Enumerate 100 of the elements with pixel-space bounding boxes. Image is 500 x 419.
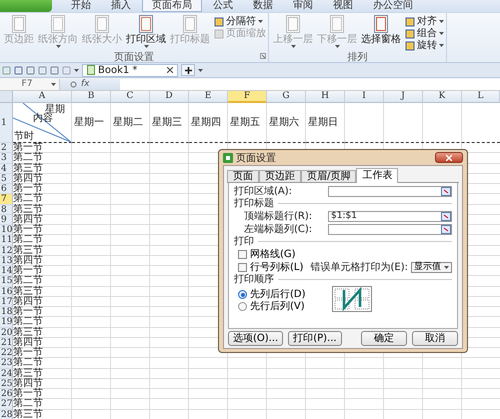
- table-cell: 第二节: [13, 153, 72, 164]
- ribbon-button[interactable]: 选择窗格: [359, 15, 403, 49]
- ribbon-button[interactable]: 组合: [405, 28, 444, 39]
- column-header[interactable]: I: [345, 91, 384, 103]
- dialog-button[interactable]: 打印(P)...: [288, 331, 342, 346]
- column-header[interactable]: A: [13, 91, 72, 103]
- table-cell: 星期一: [72, 103, 111, 143]
- ribbon-button[interactable]: 旋转: [405, 40, 444, 51]
- input-field[interactable]: [328, 224, 452, 234]
- dialog-button[interactable]: 确定: [361, 331, 407, 346]
- row-header[interactable]: 1: [0, 103, 13, 143]
- dialog-button[interactable]: 取消: [412, 331, 458, 346]
- new-tab-button[interactable]: [181, 64, 196, 76]
- dialog-tab[interactable]: 页面: [227, 170, 259, 182]
- close-icon[interactable]: [167, 67, 174, 73]
- row-header[interactable]: 3: [0, 153, 13, 164]
- zoom-icon[interactable]: [70, 80, 77, 88]
- row-header[interactable]: 27: [0, 399, 13, 410]
- row-header[interactable]: 18: [0, 307, 13, 318]
- document-tab[interactable]: Book1 *: [82, 64, 178, 76]
- input-field[interactable]: $1:$1: [328, 210, 452, 222]
- app-icon: [223, 152, 233, 162]
- row-header[interactable]: 23: [0, 358, 13, 368]
- function-button[interactable]: fx: [81, 79, 90, 89]
- row-header[interactable]: 15: [0, 276, 13, 286]
- range-picker-icon[interactable]: [441, 212, 451, 220]
- dialog-tab[interactable]: 页边距: [259, 170, 301, 182]
- menu-tab[interactable]: 页面布局: [142, 0, 202, 12]
- table-cell: 节时: [14, 131, 34, 142]
- page-icon: [94, 15, 110, 33]
- row-header[interactable]: 24: [0, 368, 13, 379]
- row-header[interactable]: 10: [0, 225, 13, 236]
- range-picker-icon[interactable]: [441, 186, 451, 196]
- page-icon: [182, 15, 198, 33]
- row-header[interactable]: 17: [0, 296, 13, 307]
- row-header[interactable]: 12: [0, 246, 13, 256]
- row-header[interactable]: 21: [0, 338, 13, 348]
- menu-tab[interactable]: 数据: [244, 0, 282, 12]
- ribbon-button[interactable]: 打印区域: [124, 15, 168, 49]
- row-header[interactable]: 26: [0, 389, 13, 400]
- column-header[interactable]: E: [189, 91, 228, 103]
- row-header[interactable]: 25: [0, 378, 13, 389]
- row-header[interactable]: 22: [0, 348, 13, 358]
- input-field[interactable]: [328, 186, 452, 196]
- launcher-icon[interactable]: [260, 53, 266, 59]
- column-header[interactable]: B: [72, 91, 111, 103]
- close-button[interactable]: [435, 152, 463, 163]
- row-header[interactable]: 5: [0, 174, 13, 184]
- table-cell: 星期日: [306, 103, 345, 143]
- column-header[interactable]: L: [462, 91, 500, 103]
- menu-tab[interactable]: 开始: [62, 0, 100, 12]
- menu-tab[interactable]: 插入: [102, 0, 140, 12]
- close-icon: [446, 154, 452, 160]
- ribbon-button[interactable]: 对齐: [405, 16, 444, 27]
- table-cell: 第三节: [13, 328, 72, 338]
- formula-field[interactable]: [120, 78, 500, 90]
- row-header[interactable]: 6: [0, 184, 13, 194]
- section-title: 打印: [234, 236, 254, 247]
- dropdown[interactable]: 显示值: [411, 262, 452, 272]
- row-header[interactable]: 9: [0, 214, 13, 225]
- menu-tab[interactable]: 公式: [204, 0, 242, 12]
- row-header[interactable]: 19: [0, 317, 13, 328]
- table-cell: 第四节: [13, 378, 72, 389]
- table-cell: 第二节: [13, 276, 72, 286]
- dialog-tab[interactable]: 页眉/页脚: [301, 170, 356, 182]
- radio-button[interactable]: 先行后列(V): [238, 301, 306, 312]
- menu-tab[interactable]: 视图: [324, 0, 362, 12]
- dialog-button[interactable]: 选项(O)...: [228, 331, 284, 346]
- table-cell: 第四节: [13, 296, 72, 307]
- column-header[interactable]: F: [228, 91, 267, 103]
- row-header[interactable]: 2: [0, 143, 13, 154]
- row-header[interactable]: 20: [0, 328, 13, 338]
- column-header[interactable]: D: [150, 91, 189, 103]
- row-header[interactable]: 11: [0, 235, 13, 246]
- column-header[interactable]: K: [423, 91, 462, 103]
- row-header[interactable]: 4: [0, 164, 13, 174]
- row-header[interactable]: 14: [0, 266, 13, 276]
- table-cell: 第三节: [13, 204, 72, 215]
- row-header[interactable]: 8: [0, 204, 13, 215]
- checkbox[interactable]: 网格线(G): [234, 248, 452, 260]
- table-cell: 第二节: [13, 399, 72, 410]
- field-label: 顶端标题行(R):: [244, 210, 314, 222]
- table-cell: 第三节: [13, 246, 72, 256]
- range-picker-icon[interactable]: [441, 224, 451, 234]
- radio-button[interactable]: 先列后行(D): [238, 289, 306, 300]
- dialog-tab[interactable]: 工作表: [356, 168, 398, 183]
- column-header[interactable]: H: [306, 91, 345, 103]
- row-header[interactable]: 7: [0, 194, 13, 204]
- page-icon: [138, 15, 154, 33]
- column-header[interactable]: J: [384, 91, 423, 103]
- row-header[interactable]: 13: [0, 256, 13, 266]
- plus-icon: [184, 66, 192, 74]
- checkbox[interactable]: 行号列标(L): [234, 261, 304, 273]
- name-box[interactable]: F7: [0, 78, 60, 90]
- row-header[interactable]: 16: [0, 286, 13, 297]
- ribbon-button[interactable]: 分隔符: [214, 16, 266, 27]
- table-cell: 第三节: [13, 410, 72, 419]
- field-label: 左端标题列(C):: [244, 224, 314, 234]
- column-header[interactable]: C: [111, 91, 150, 103]
- column-header[interactable]: G: [267, 91, 306, 103]
